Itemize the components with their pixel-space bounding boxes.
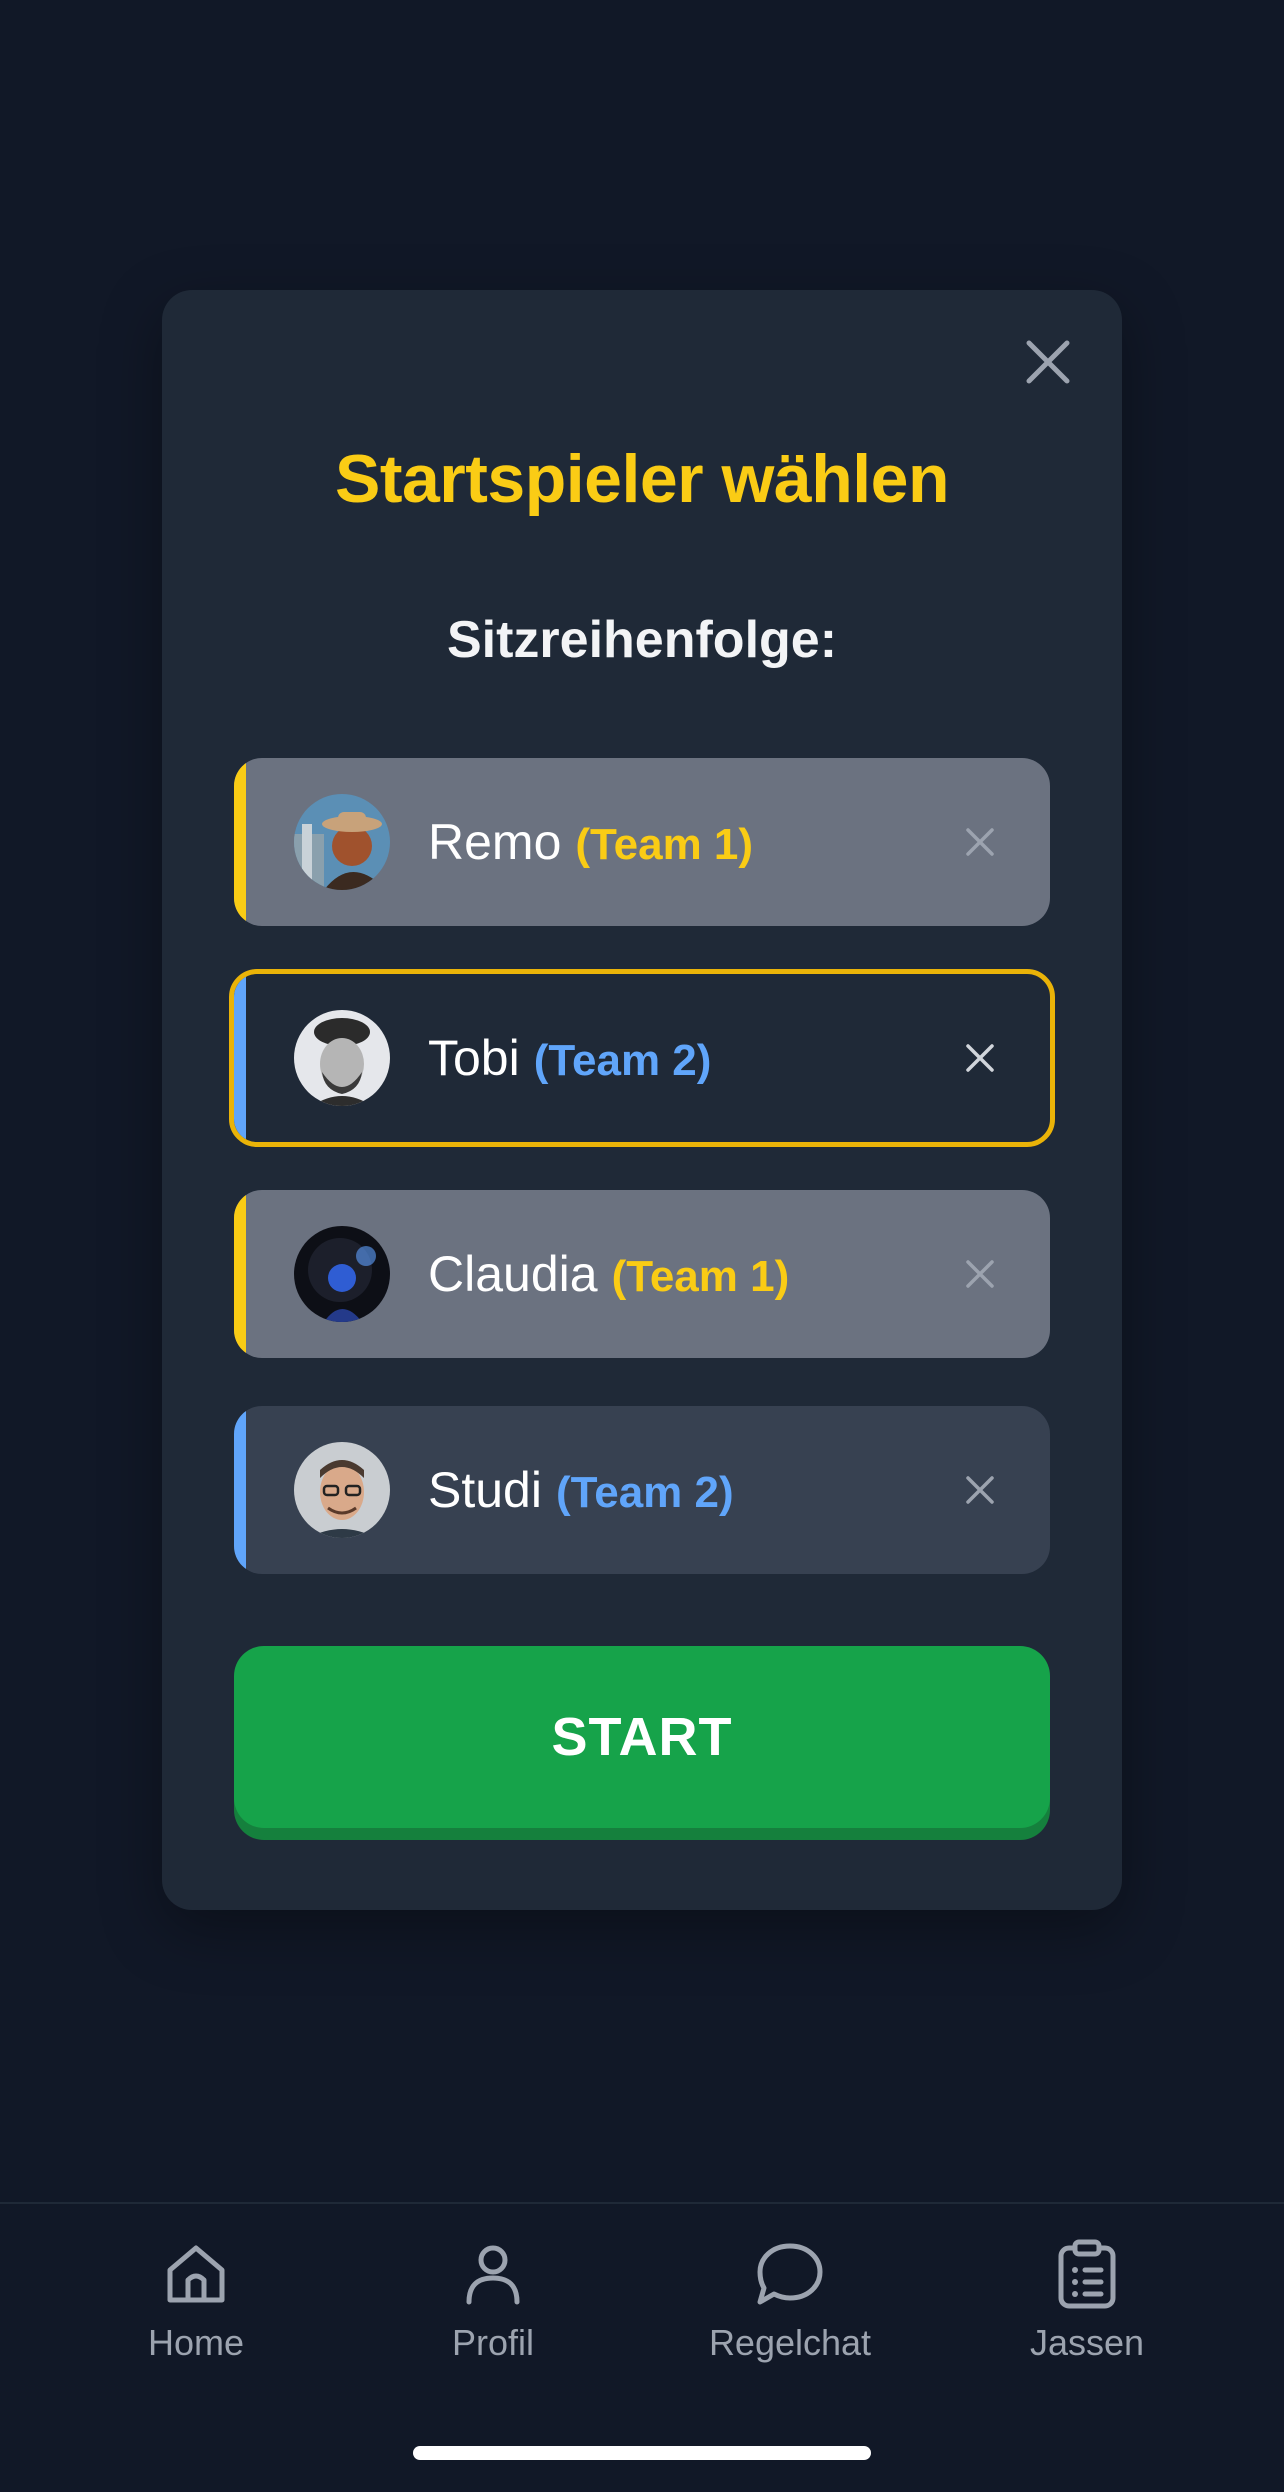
player-row-tobi[interactable]: Tobi (Team 2) (229, 969, 1055, 1147)
tab-label: Regelchat (708, 2322, 872, 2363)
start-button[interactable]: START (234, 1646, 1050, 1828)
clipboard-list-icon (1058, 2239, 1116, 2309)
home-indicator (413, 2446, 871, 2460)
tab-profil[interactable]: Profil (343, 2234, 643, 2364)
remove-player-button[interactable] (960, 1038, 1000, 1078)
player-list: Remo (Team 1) Tobi (Team 2) Claudia (Tea… (229, 758, 1055, 1622)
player-row-remo[interactable]: Remo (Team 1) (234, 758, 1050, 926)
player-name-row: Claudia (Team 1) (428, 1245, 789, 1303)
player-row-claudia[interactable]: Claudia (Team 1) (234, 1190, 1050, 1358)
tab-home[interactable]: Home (46, 2234, 346, 2364)
close-icon (966, 1476, 994, 1504)
player-name: Remo (428, 814, 562, 870)
tab-jassen[interactable]: Jassen (937, 2234, 1237, 2364)
close-icon (1026, 340, 1070, 384)
team-label: (Team 1) (611, 1252, 790, 1301)
home-icon (167, 2245, 225, 2303)
team-stripe (234, 1406, 246, 1574)
close-icon (966, 1044, 994, 1072)
tab-label: Home (147, 2322, 245, 2363)
tab-regelchat[interactable]: Regelchat (640, 2234, 940, 2364)
chat-bubble-icon (757, 2243, 823, 2305)
player-name-row: Tobi (Team 2) (428, 1029, 711, 1087)
player-name-row: Studi (Team 2) (428, 1461, 734, 1519)
start-player-modal: Startspieler wählen Sitzreihenfolge: Rem… (162, 290, 1122, 1910)
avatar (294, 1226, 390, 1322)
player-row-studi[interactable]: Studi (Team 2) (234, 1406, 1050, 1574)
player-name: Tobi (428, 1030, 520, 1086)
close-button[interactable] (1016, 330, 1080, 394)
seating-order-label: Sitzreihenfolge: (446, 611, 838, 669)
player-name-row: Remo (Team 1) (428, 813, 753, 871)
team-label: (Team 1) (575, 820, 754, 869)
team-label: (Team 2) (555, 1468, 734, 1517)
avatar (294, 1010, 390, 1106)
remove-player-button[interactable] (960, 1470, 1000, 1510)
team-stripe (234, 758, 246, 926)
tab-label: Profil (451, 2322, 535, 2363)
remove-player-button[interactable] (960, 822, 1000, 862)
user-icon (466, 2245, 520, 2305)
modal-title: Startspieler wählen (334, 441, 950, 517)
player-name: Studi (428, 1462, 542, 1518)
team-stripe (234, 974, 246, 1142)
close-icon (966, 1260, 994, 1288)
remove-player-button[interactable] (960, 1254, 1000, 1294)
player-name: Claudia (428, 1246, 598, 1302)
team-label: (Team 2) (533, 1036, 712, 1085)
avatar (294, 1442, 390, 1538)
close-icon (966, 828, 994, 856)
avatar (294, 794, 390, 890)
team-stripe (234, 1190, 246, 1358)
tab-label: Jassen (1029, 2322, 1145, 2363)
